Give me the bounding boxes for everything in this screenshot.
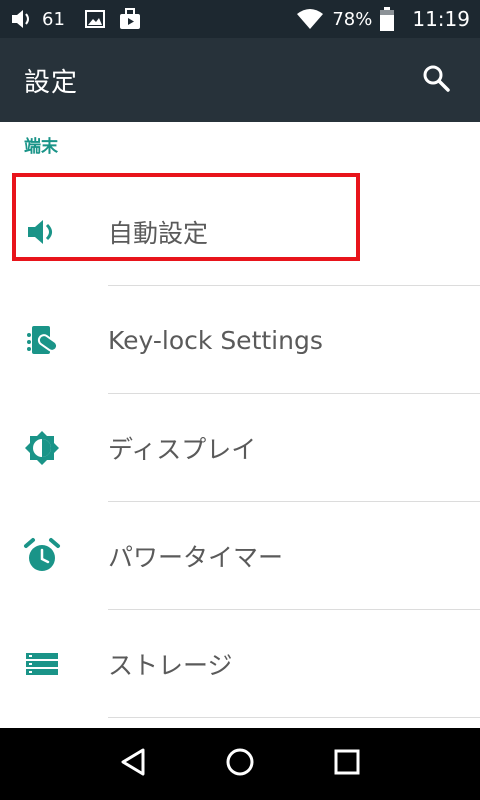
settings-item-key-lock[interactable]: Key-lock Settings (0, 286, 480, 394)
settings-item-display[interactable]: ディスプレイ (0, 394, 480, 502)
navigation-bar (0, 728, 480, 800)
speaker-icon (0, 178, 108, 286)
settings-item-storage[interactable]: ストレージ (0, 610, 480, 718)
divider (108, 717, 480, 718)
battery-percent: 78% (332, 8, 373, 30)
settings-item-label: ディスプレイ (108, 435, 257, 464)
settings-item-label: ストレージ (108, 651, 233, 680)
home-icon (225, 747, 255, 781)
search-icon (422, 64, 450, 96)
bag-icon (119, 8, 141, 30)
home-button[interactable] (210, 734, 270, 794)
wifi-icon (296, 8, 324, 30)
storage-icon (0, 610, 108, 718)
alarm-clock-icon (0, 502, 108, 610)
settings-item-label: パワータイマー (108, 543, 284, 572)
settings-list: 端末 自動設定 Key-lock Settings ディスプレイ パワータイマー… (0, 122, 480, 728)
settings-item-power-timer[interactable]: パワータイマー (0, 502, 480, 610)
status-right: 78% 11:19 (296, 7, 470, 31)
volume-icon (10, 8, 36, 30)
page-title: 設定 (24, 67, 79, 98)
recents-button[interactable] (317, 734, 377, 794)
clock: 11:19 (412, 7, 470, 31)
recents-icon (334, 749, 360, 779)
section-header: 端末 (24, 137, 58, 157)
key-lock-icon (0, 286, 108, 394)
settings-item-label: Key-lock Settings (108, 325, 323, 355)
battery-icon (380, 7, 395, 31)
search-button[interactable] (416, 60, 456, 100)
toolbar: 設定 (0, 38, 480, 122)
brightness-icon (0, 394, 108, 502)
image-icon (84, 10, 105, 28)
settings-item-label: 自動設定 (108, 219, 209, 248)
back-icon (119, 747, 147, 781)
settings-item-auto-settings[interactable]: 自動設定 (0, 178, 480, 286)
status-left: 61 (10, 8, 141, 30)
volume-level: 61 (42, 8, 65, 30)
back-button[interactable] (103, 734, 163, 794)
status-bar: 61 78% 11:19 (0, 0, 480, 38)
